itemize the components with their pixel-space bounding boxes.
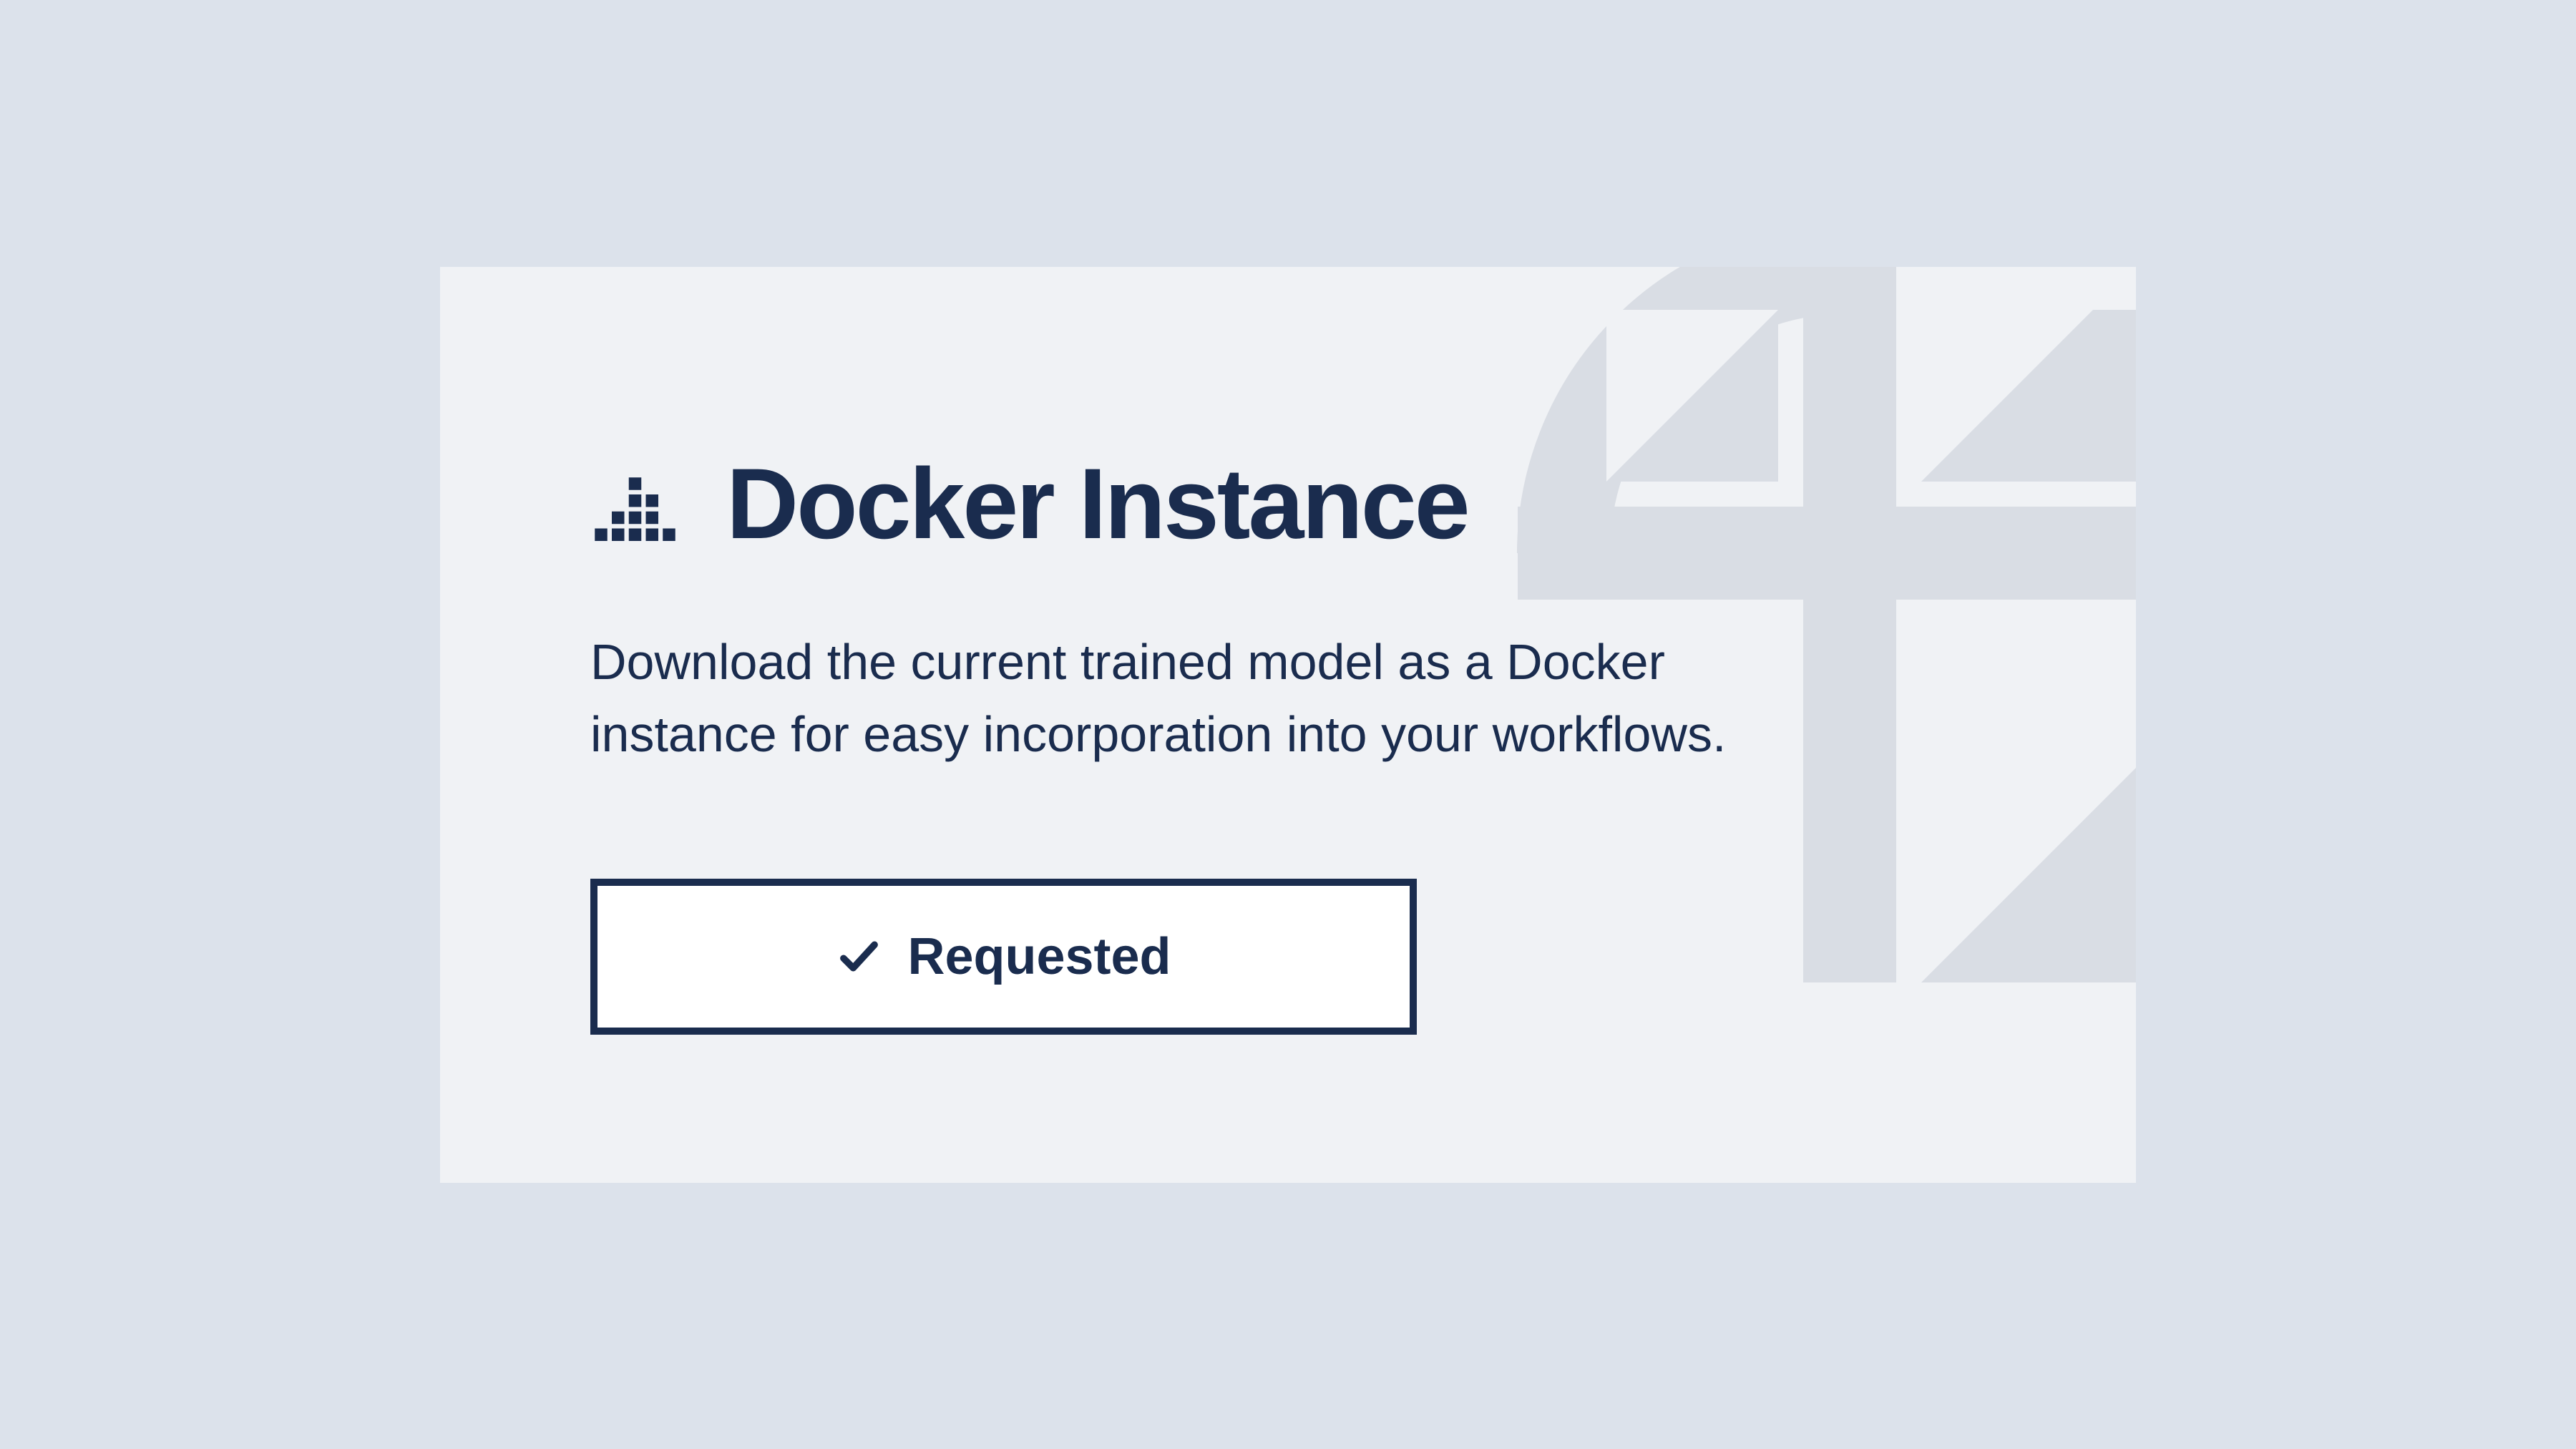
card-header: Docker Instance [590, 446, 1986, 562]
card-description: Download the current trained model as a … [590, 626, 1750, 771]
card-title: Docker Instance [726, 446, 1468, 562]
button-label: Requested [907, 927, 1171, 986]
request-button[interactable]: Requested [590, 879, 1417, 1035]
docker-instance-card: Docker Instance Download the current tra… [440, 267, 2136, 1183]
docker-icon [590, 459, 680, 548]
check-icon [836, 933, 882, 980]
background-decoration-icon [1420, 267, 2136, 982]
